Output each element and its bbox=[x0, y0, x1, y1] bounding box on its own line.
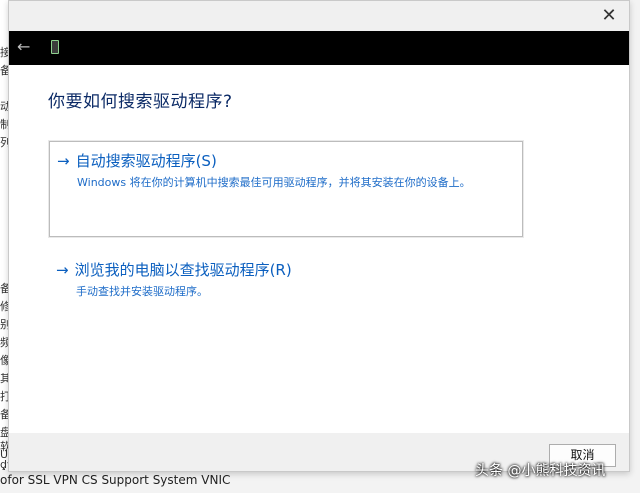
arrow-right-icon: → bbox=[56, 261, 69, 279]
auto-search-label: 自动搜索驱动程序(S) bbox=[75, 152, 217, 170]
auto-search-option[interactable]: → 自动搜索驱动程序(S) Windows 将在你的计算机中搜索最佳可用驱动程序，… bbox=[48, 140, 524, 238]
background-device-name: ofor SSL VPN CS Support System VNIC bbox=[0, 473, 231, 487]
bg-text: 备 bbox=[0, 408, 8, 421]
bg-text: 备 bbox=[0, 282, 8, 295]
arrow-right-icon: → bbox=[57, 152, 70, 170]
bg-text: 别 bbox=[0, 318, 8, 331]
browse-computer-description: 手动查找并安装驱动程序。 bbox=[76, 285, 208, 298]
dialog-header-bar: ← bbox=[9, 31, 629, 65]
bg-text: 像 bbox=[0, 354, 8, 367]
bg-text: 动 bbox=[0, 100, 8, 113]
dialog-content: 你要如何搜索驱动程序? → 自动搜索驱动程序(S) Windows 将在你的计算机… bbox=[9, 65, 629, 433]
bg-text: 接 bbox=[0, 46, 8, 59]
bg-text: 频 bbox=[0, 336, 8, 349]
bg-text: 打 bbox=[0, 390, 8, 403]
auto-search-description: Windows 将在你的计算机中搜索最佳可用驱动程序，并将其安装在你的设备上。 bbox=[77, 176, 471, 189]
bg-text: 其 bbox=[0, 372, 8, 385]
bg-text: 修 bbox=[0, 300, 8, 313]
browse-computer-title: → 浏览我的电脑以查找驱动程序(R) bbox=[56, 259, 292, 280]
close-icon[interactable]: ✕ bbox=[597, 5, 621, 27]
device-icon bbox=[51, 40, 59, 54]
auto-search-title: → 自动搜索驱动程序(S) bbox=[57, 150, 217, 171]
back-arrow-icon[interactable]: ← bbox=[17, 37, 30, 56]
page-title: 你要如何搜索驱动程序? bbox=[48, 92, 233, 112]
browse-computer-option[interactable]: → 浏览我的电脑以查找驱动程序(R) 手动查找并安装驱动程序。 bbox=[49, 253, 523, 303]
update-driver-dialog: ✕ ← 你要如何搜索驱动程序? → 自动搜索驱动程序(S) Windows 将在你… bbox=[8, 0, 630, 472]
bg-text: 制 bbox=[0, 118, 8, 131]
watermark-text: 头条 @小熊科技资讯 bbox=[475, 463, 606, 479]
browse-computer-label: 浏览我的电脑以查找驱动程序(R) bbox=[74, 261, 292, 279]
bg-text: 备 bbox=[0, 64, 8, 77]
bg-text: 列 bbox=[0, 136, 8, 149]
